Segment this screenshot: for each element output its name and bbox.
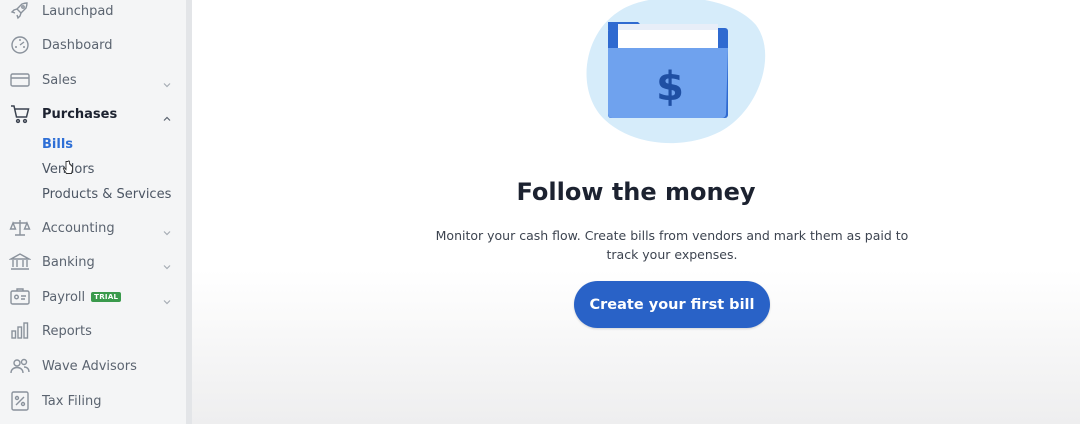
sidebar-subitem-products-services[interactable]: Products & Services	[42, 187, 171, 202]
scales-icon	[9, 217, 31, 239]
pointer-cursor-icon	[62, 160, 74, 176]
sidebar-item-label: Tax Filing	[42, 393, 102, 409]
chevron-down-icon[interactable]	[162, 257, 172, 270]
chevron-down-icon[interactable]	[162, 223, 172, 236]
sidebar-item-label: Launchpad	[42, 3, 114, 19]
sidebar-item-reports[interactable]: Reports	[0, 316, 186, 346]
svg-text:$: $	[656, 64, 684, 110]
sidebar-item-label: Reports	[42, 323, 92, 339]
main-content: $ Follow the money Monitor your cash flo…	[192, 0, 1080, 424]
sidebar-item-payroll[interactable]: Payroll TRIAL	[0, 282, 186, 312]
tax-document-icon	[9, 390, 31, 412]
sidebar-subitem-bills[interactable]: Bills	[42, 137, 73, 152]
create-first-bill-button[interactable]: Create your first bill	[574, 281, 770, 328]
bank-icon	[9, 251, 31, 273]
sidebar-item-label: Banking	[42, 254, 95, 270]
credit-card-icon	[9, 69, 31, 91]
sidebar-item-wave-advisors[interactable]: Wave Advisors	[0, 351, 186, 381]
sidebar-item-sales[interactable]: Sales	[0, 65, 186, 95]
bar-chart-icon	[9, 320, 31, 342]
sidebar-item-banking[interactable]: Banking	[0, 247, 186, 277]
sidebar-item-purchases[interactable]: Purchases	[0, 99, 186, 129]
trial-badge: TRIAL	[91, 291, 122, 302]
payroll-icon	[9, 286, 31, 308]
cart-icon	[9, 103, 31, 125]
sidebar-item-dashboard[interactable]: Dashboard	[0, 30, 186, 60]
chevron-down-icon[interactable]	[162, 75, 172, 88]
chevron-down-icon[interactable]	[162, 292, 172, 305]
sidebar-item-label: Accounting	[42, 220, 115, 236]
money-folder-icon: $	[578, 0, 768, 145]
sidebar-item-label: Sales	[42, 72, 77, 88]
dashboard-icon	[9, 34, 31, 56]
sidebar-item-label: Wave Advisors	[42, 358, 137, 374]
page-description: Monitor your cash flow. Create bills fro…	[435, 228, 909, 262]
page-headline: Follow the money	[516, 178, 756, 206]
people-icon	[9, 355, 31, 377]
sidebar-item-tax-filing[interactable]: Tax Filing	[0, 386, 186, 416]
sidebar-item-launchpad[interactable]: Launchpad	[0, 0, 186, 26]
sidebar-item-label: Payroll TRIAL	[42, 290, 122, 305]
rocket-icon	[9, 0, 31, 22]
sidebar-item-accounting[interactable]: Accounting	[0, 213, 186, 243]
sidebar: Launchpad Dashboard Sales Purchases Bill…	[0, 0, 186, 424]
chevron-up-icon[interactable]	[162, 109, 172, 121]
sidebar-item-label: Dashboard	[42, 37, 113, 53]
sidebar-item-label: Purchases	[42, 106, 118, 122]
